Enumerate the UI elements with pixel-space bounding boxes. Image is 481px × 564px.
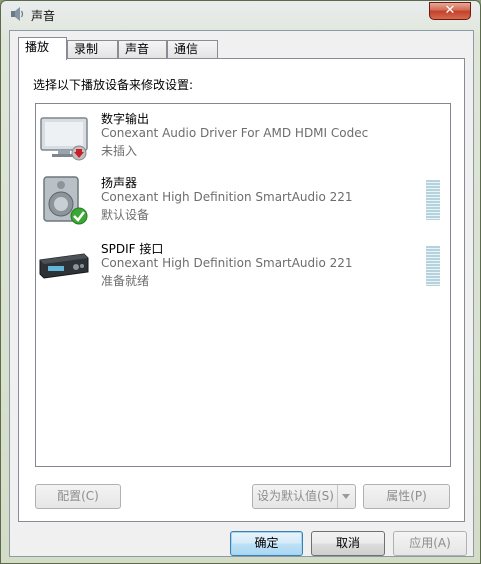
set-default-button[interactable]: 设为默认值(S) xyxy=(252,484,356,509)
tab-recording[interactable]: 录制 xyxy=(67,40,118,59)
window-title: 声音 xyxy=(31,9,56,23)
cancel-button[interactable]: 取消 xyxy=(311,531,385,556)
volume-level-meter xyxy=(426,246,440,286)
device-status: 默认设备 xyxy=(101,208,150,222)
speaker-app-icon xyxy=(11,7,24,21)
chevron-down-icon xyxy=(342,494,350,499)
tab-communications[interactable]: 通信 xyxy=(167,40,218,59)
instruction-text: 选择以下播放设备来修改设置: xyxy=(33,78,194,92)
device-status: 准备就绪 xyxy=(101,274,150,288)
dialog-client-area: 播放 录制 声音 通信 选择以下播放设备来修改设置: 数字输出 Conexant… xyxy=(9,30,474,557)
set-default-dropdown-arrow[interactable] xyxy=(337,485,355,508)
device-driver: Conexant High Definition SmartAudio 221 xyxy=(101,190,353,204)
hdmi-monitor-icon xyxy=(40,117,88,161)
speaker-icon xyxy=(43,176,88,225)
playback-tab-panel: 选择以下播放设备来修改设置: 数字输出 Conexant Audio Drive… xyxy=(18,58,465,522)
close-button[interactable]: ✕ xyxy=(429,2,471,20)
title-bar[interactable]: 声音 ✕ xyxy=(1,1,480,29)
tab-sounds[interactable]: 声音 xyxy=(118,40,167,59)
ok-button[interactable]: 确定 xyxy=(230,531,303,556)
apply-button[interactable]: 应用(A) xyxy=(393,531,467,556)
device-list[interactable]: 数字输出 Conexant Audio Driver For AMD HDMI … xyxy=(35,103,451,467)
unplugged-arrow-icon xyxy=(71,145,87,161)
device-driver: Conexant High Definition SmartAudio 221 xyxy=(101,256,353,270)
device-name: 扬声器 xyxy=(101,176,138,190)
list-item-speakers[interactable]: 扬声器 Conexant High Definition SmartAudio … xyxy=(36,168,450,230)
device-name: SPDIF 接口 xyxy=(101,242,164,256)
properties-button[interactable]: 属性(P) xyxy=(363,484,450,509)
spdif-receiver-icon xyxy=(39,253,89,279)
sound-dialog-window: 声音 ✕ 播放 录制 声音 通信 选择以下播放设备来修改设置: 数字输出 Con… xyxy=(0,0,481,564)
close-icon: ✕ xyxy=(444,3,456,18)
set-default-label: 设为默认值(S) xyxy=(257,489,334,503)
volume-level-meter xyxy=(426,180,440,220)
tab-playback[interactable]: 播放 xyxy=(18,37,67,60)
device-name: 数字输出 xyxy=(101,112,150,126)
configure-button[interactable]: 配置(C) xyxy=(35,484,121,509)
device-driver: Conexant Audio Driver For AMD HDMI Codec xyxy=(101,126,369,140)
device-status: 未插入 xyxy=(101,144,138,158)
list-item-spdif[interactable]: SPDIF 接口 Conexant High Definition SmartA… xyxy=(36,234,450,296)
default-check-icon xyxy=(70,207,88,225)
list-item-digital-output[interactable]: 数字输出 Conexant Audio Driver For AMD HDMI … xyxy=(36,104,450,166)
